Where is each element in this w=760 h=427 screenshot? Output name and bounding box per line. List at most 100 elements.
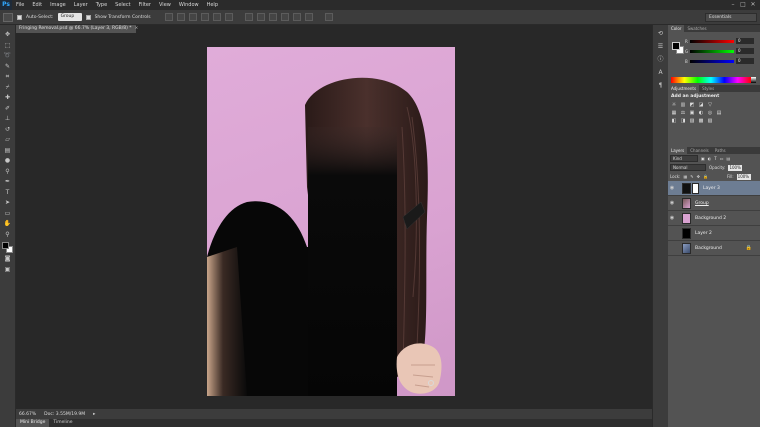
character-panel-icon[interactable]: A	[656, 68, 666, 78]
info-panel-icon[interactable]: ⓘ	[656, 55, 666, 65]
align-left-icon[interactable]	[200, 13, 209, 21]
tab-mini-bridge[interactable]: Mini Bridge	[16, 419, 50, 427]
exposure-icon[interactable]: ◪	[698, 102, 704, 108]
menu-layer[interactable]: Layer	[70, 0, 92, 10]
align-top-icon[interactable]	[164, 13, 173, 21]
layer-row[interactable]: Layer 2	[668, 226, 760, 241]
crop-tool-icon[interactable]: ⌗	[3, 72, 13, 81]
levels-icon[interactable]: ▥	[680, 102, 686, 108]
auto-select-dropdown[interactable]: Group	[57, 13, 82, 21]
lock-all-icon[interactable]: 🔒	[703, 174, 708, 179]
foreground-color-swatch[interactable]	[1, 242, 9, 249]
layer-row[interactable]: ◉ Background 2	[668, 211, 760, 226]
blue-value-field[interactable]: 0	[736, 58, 754, 64]
quick-select-tool-icon[interactable]: ✎	[3, 62, 13, 71]
visibility-eye-icon[interactable]: ◉	[668, 215, 676, 221]
filter-type-icon[interactable]: T	[714, 156, 716, 161]
gradient-tool-icon[interactable]: ▤	[3, 146, 13, 155]
type-tool-icon[interactable]: T	[3, 188, 13, 197]
menu-window[interactable]: Window	[175, 0, 203, 10]
eyedropper-tool-icon[interactable]: ⌿	[3, 83, 13, 92]
curves-icon[interactable]: ◩	[689, 102, 695, 108]
tab-adjustments[interactable]: Adjustments	[668, 85, 700, 92]
shape-tool-icon[interactable]: ▭	[3, 209, 13, 218]
paragraph-panel-icon[interactable]: ¶	[656, 81, 666, 91]
align-hcenter-icon[interactable]	[212, 13, 221, 21]
blend-mode-dropdown[interactable]: Normal	[670, 164, 706, 171]
channel-mixer-icon[interactable]: ◎	[707, 110, 713, 116]
tab-channels[interactable]: Channels	[687, 147, 712, 154]
move-tool-preset-icon[interactable]	[3, 12, 13, 22]
filter-adjustment-icon[interactable]: ◐	[708, 156, 712, 161]
close-button[interactable]: ✕	[748, 0, 758, 10]
document-tab-close-icon[interactable]: ×	[135, 26, 139, 31]
distribute-hcenter-icon[interactable]	[292, 13, 301, 21]
blur-tool-icon[interactable]: ●	[3, 156, 13, 165]
status-menu-arrow-icon[interactable]: ▸	[93, 412, 95, 417]
filter-shape-icon[interactable]: ▭	[720, 156, 724, 161]
layer-mask-thumbnail[interactable]	[692, 182, 699, 194]
tab-paths[interactable]: Paths	[712, 147, 729, 154]
opacity-field[interactable]: 100%	[728, 164, 743, 171]
hue-saturation-icon[interactable]: ▦	[671, 110, 677, 116]
auto-select-checkbox[interactable]	[17, 14, 22, 20]
document-canvas[interactable]	[207, 47, 455, 396]
menu-view[interactable]: View	[155, 0, 175, 10]
color-balance-icon[interactable]: ⚖	[680, 110, 686, 116]
eraser-tool-icon[interactable]: ▱	[3, 135, 13, 144]
invert-icon[interactable]: ◧	[671, 118, 677, 124]
layer-filter-kind-dropdown[interactable]: Kind	[670, 155, 698, 162]
menu-filter[interactable]: Filter	[135, 0, 155, 10]
menu-file[interactable]: File	[12, 0, 28, 10]
distribute-top-icon[interactable]	[244, 13, 253, 21]
healing-brush-tool-icon[interactable]: ✚	[3, 93, 13, 102]
filter-pixel-icon[interactable]: ▣	[701, 156, 705, 161]
posterize-icon[interactable]: ◨	[680, 118, 686, 124]
tab-layers[interactable]: Layers	[668, 147, 688, 154]
3d-mode-icon[interactable]	[324, 13, 333, 21]
gradient-map-icon[interactable]: ▩	[698, 118, 704, 124]
lasso-tool-icon[interactable]: ➰	[3, 51, 13, 60]
black-white-icon[interactable]: ▣	[689, 110, 695, 116]
color-swatches[interactable]	[1, 242, 14, 254]
menu-help[interactable]: Help	[203, 0, 222, 10]
align-vcenter-icon[interactable]	[176, 13, 185, 21]
visibility-eye-icon[interactable]: ◉	[668, 200, 676, 206]
history-brush-tool-icon[interactable]: ↺	[3, 125, 13, 134]
menu-select[interactable]: Select	[111, 0, 134, 10]
dodge-tool-icon[interactable]: ⚲	[3, 167, 13, 176]
history-panel-icon[interactable]: ⟲	[656, 29, 666, 39]
align-right-icon[interactable]	[224, 13, 233, 21]
tab-styles[interactable]: Styles	[699, 85, 717, 92]
brush-tool-icon[interactable]: ✐	[3, 104, 13, 113]
tab-color[interactable]: Color	[668, 25, 685, 32]
maximize-button[interactable]: □	[738, 0, 748, 10]
blue-slider[interactable]	[690, 59, 734, 63]
fill-field[interactable]: 100%	[736, 173, 751, 180]
lock-transparent-icon[interactable]: ▦	[683, 174, 687, 179]
brightness-contrast-icon[interactable]: ☼	[671, 102, 677, 108]
distribute-left-icon[interactable]	[280, 13, 289, 21]
color-panel-fg-swatch[interactable]	[672, 42, 680, 50]
clone-stamp-tool-icon[interactable]: ⊥	[3, 114, 13, 123]
visibility-eye-icon[interactable]: ◉	[668, 185, 676, 191]
document-tab[interactable]: Fringing Removal.psd @ 66.7% (Layer 3, R…	[16, 25, 139, 33]
distribute-right-icon[interactable]	[304, 13, 313, 21]
red-value-field[interactable]: 0	[736, 38, 754, 44]
menu-type[interactable]: Type	[92, 0, 111, 10]
quick-mask-icon[interactable]: ◙	[3, 254, 13, 263]
lock-image-icon[interactable]: ✎	[690, 174, 693, 179]
pen-tool-icon[interactable]: ✒	[3, 177, 13, 186]
grayscale-ramp[interactable]	[751, 77, 756, 83]
layer-row[interactable]: ◉ Layer 3	[668, 181, 760, 196]
zoom-tool-icon[interactable]: ⚲	[3, 230, 13, 239]
menu-edit[interactable]: Edit	[28, 0, 46, 10]
lock-position-icon[interactable]: ✥	[697, 174, 700, 179]
tab-swatches[interactable]: Swatches	[684, 25, 709, 32]
color-spectrum[interactable]	[671, 77, 751, 83]
workspace-dropdown[interactable]: Essentials	[705, 13, 757, 22]
layer-row[interactable]: Background 🔒	[668, 241, 760, 256]
path-select-tool-icon[interactable]: ➤	[3, 198, 13, 207]
marquee-tool-icon[interactable]: ⬚	[3, 41, 13, 50]
threshold-icon[interactable]: ▨	[689, 118, 695, 124]
